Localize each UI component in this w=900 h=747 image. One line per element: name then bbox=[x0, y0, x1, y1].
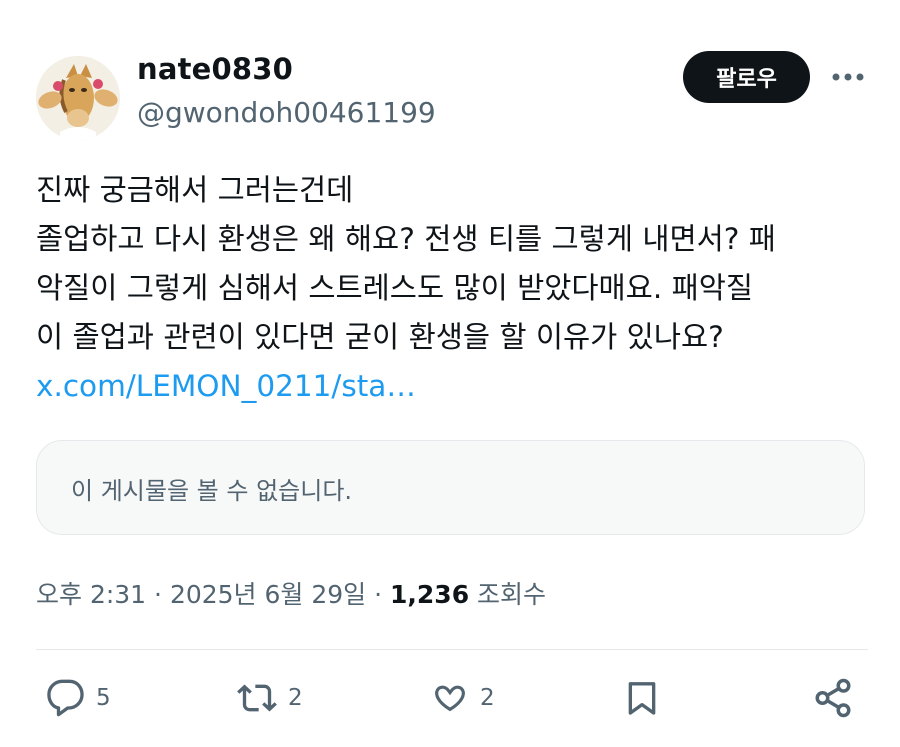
tweet-text-line: 졸업하고 다시 환생은 왜 해요? 전생 티를 그렇게 내면서? 패 bbox=[36, 222, 776, 256]
reply-icon bbox=[47, 679, 84, 717]
bookmark-icon bbox=[628, 682, 656, 715]
post-unavailable-text: 이 게시물을 볼 수 없습니다. bbox=[71, 477, 353, 505]
more-dots-icon bbox=[832, 73, 864, 81]
retweet-count: 2 bbox=[288, 685, 303, 711]
bookmark-button[interactable] bbox=[622, 670, 662, 726]
share-button[interactable] bbox=[812, 670, 854, 726]
avatar[interactable] bbox=[36, 56, 120, 140]
tweet-text-line: 이 졸업과 관련이 있다면 굳이 환생을 할 이유가 있나요? bbox=[36, 320, 724, 354]
views-label: 조회수 bbox=[477, 580, 547, 609]
user-handle[interactable]: @gwondoh00461199 bbox=[137, 96, 436, 129]
tweet-text-line: 진짜 궁금해서 그러는건데 bbox=[36, 173, 354, 207]
tweet-text-line: 악질이 그렇게 심해서 스트레스도 많이 받았다매요. 패악질 bbox=[36, 271, 754, 305]
tweet-header: nate0830 @gwondoh00461199 팔로우 bbox=[0, 0, 900, 150]
more-options-button[interactable] bbox=[828, 60, 868, 94]
follow-button[interactable]: 팔로우 bbox=[683, 51, 810, 103]
like-button[interactable]: 2 bbox=[430, 670, 495, 726]
tweet-meta: 오후 2:31 · 2025년 6월 29일 · 1,236 조회수 bbox=[36, 575, 546, 611]
cartoon-horse-avatar-icon bbox=[36, 56, 120, 140]
meta-separator: · bbox=[366, 580, 391, 609]
action-bar: 5 2 2 bbox=[0, 670, 900, 730]
reply-count: 5 bbox=[96, 685, 111, 711]
views-count[interactable]: 1,236 bbox=[390, 580, 469, 609]
heart-icon bbox=[435, 685, 465, 712]
tweet-text: 진짜 궁금해서 그러는건데 졸업하고 다시 환생은 왜 해요? 전생 티를 그렇… bbox=[36, 166, 866, 411]
post-time[interactable]: 오후 2:31 bbox=[36, 580, 146, 609]
retweet-icon bbox=[237, 684, 277, 712]
meta-separator: · bbox=[146, 580, 170, 609]
retweet-button[interactable]: 2 bbox=[236, 670, 303, 726]
post-date[interactable]: 2025년 6월 29일 bbox=[170, 580, 366, 609]
like-count: 2 bbox=[480, 685, 495, 711]
reply-button[interactable]: 5 bbox=[46, 670, 111, 726]
display-name[interactable]: nate0830 bbox=[137, 52, 293, 86]
tweet-link[interactable]: x.com/LEMON_0211/sta… bbox=[36, 369, 416, 403]
quoted-post-card[interactable]: 이 게시물을 볼 수 없습니다. bbox=[36, 440, 865, 535]
share-icon bbox=[815, 678, 851, 718]
divider bbox=[36, 649, 868, 650]
